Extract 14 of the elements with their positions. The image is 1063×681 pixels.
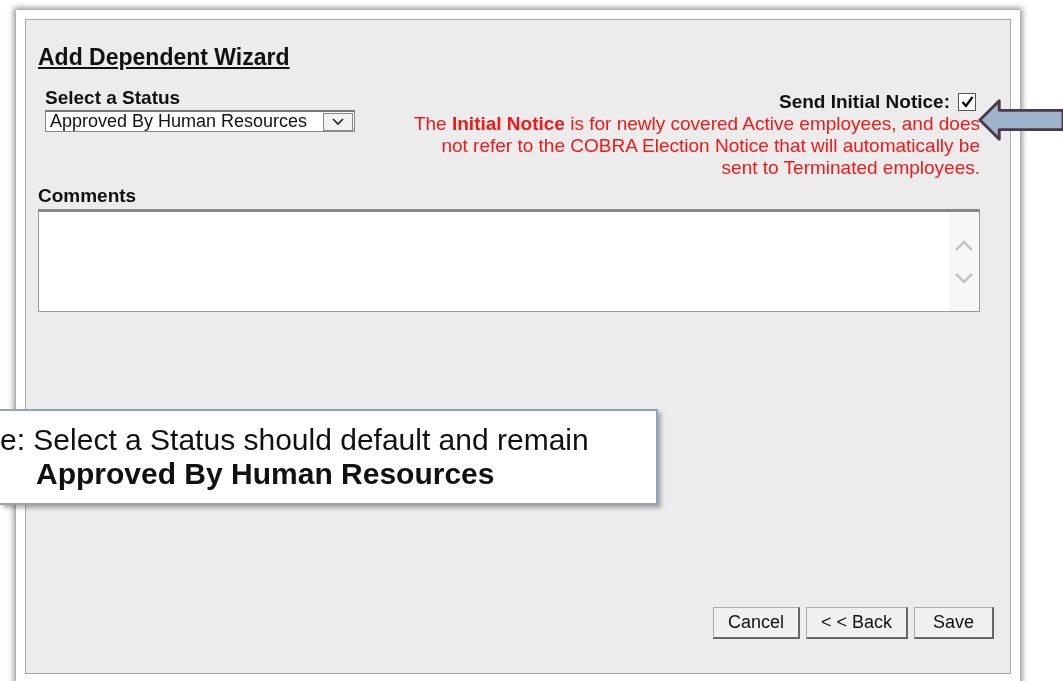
chevron-down-icon (332, 117, 344, 126)
dialog-button[interactable]: < < Back (805, 607, 908, 639)
status-label: Select a Status (45, 87, 182, 109)
dialog-button[interactable]: Save (914, 607, 994, 639)
callout-text: e: Select a Status should default and remain (0, 423, 590, 457)
comments-label: Comments (38, 185, 138, 207)
dialog-button[interactable]: Cancel (712, 607, 800, 639)
arrow-icon (978, 98, 1063, 142)
callout-text: Approved By Human Resources (35, 457, 496, 491)
notice-text: The Initial Notice is for newly covered Active employees, and does not refer to the COBRA Election Notice that will automatically be sent to Terminated employees. (412, 113, 980, 179)
dialog-title: Add Dependent Wizard (38, 44, 291, 71)
send-notice-label: Send Initial Notice: (778, 91, 950, 113)
status-dropdown[interactable]: Approved By Human Resources (45, 110, 355, 132)
send-notice-checkbox[interactable] (958, 93, 976, 111)
